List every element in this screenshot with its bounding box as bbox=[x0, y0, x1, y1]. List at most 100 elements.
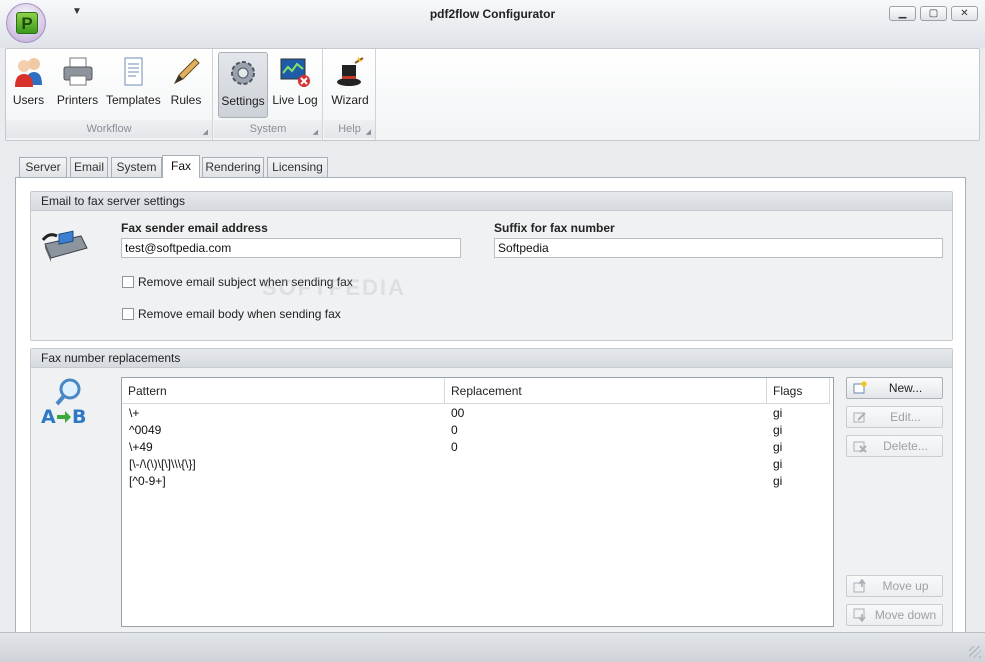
svg-text:B: B bbox=[72, 406, 86, 425]
window-title: pdf2flow Configurator bbox=[429, 7, 556, 21]
close-icon: ✕ bbox=[960, 8, 969, 19]
move-down-button[interactable]: Move down bbox=[846, 604, 943, 626]
email-to-fax-group: Email to fax server settings Fax sender … bbox=[30, 191, 953, 341]
live-log-label: Live Log bbox=[272, 93, 318, 107]
email-to-fax-header: Email to fax server settings bbox=[31, 192, 952, 211]
printer-icon bbox=[63, 57, 92, 86]
ribbon-group-help: Wizard Help ◢ bbox=[324, 49, 376, 140]
settings-gear-icon bbox=[231, 61, 255, 85]
dialog-launcher-icon[interactable]: ◢ bbox=[366, 128, 371, 136]
replacement-cell: 00 bbox=[451, 406, 465, 420]
replacements-table[interactable]: Pattern Replacement Flags \+ 00 gi ^0049… bbox=[121, 377, 834, 627]
column-header-replacement[interactable]: Replacement bbox=[445, 378, 767, 404]
new-button-label: New... bbox=[888, 381, 923, 395]
minimize-button[interactable]: ▁ bbox=[889, 6, 916, 21]
move-up-button[interactable]: Move up bbox=[846, 575, 943, 597]
replace-a-to-b-icon: A B bbox=[41, 378, 86, 425]
move-down-icon bbox=[853, 608, 866, 622]
rules-icon bbox=[173, 58, 200, 85]
fax-suffix-label: Suffix for fax number bbox=[494, 221, 615, 235]
new-replacement-button[interactable]: New... bbox=[846, 377, 943, 399]
edit-icon bbox=[853, 412, 866, 423]
fax-sender-label: Fax sender email address bbox=[121, 221, 268, 235]
fax-number-replacements-group: Fax number replacements A B Pattern Repl… bbox=[30, 348, 953, 638]
maximize-button[interactable]: ▢ bbox=[920, 6, 947, 21]
live-log-button[interactable]: Live Log bbox=[272, 52, 318, 118]
replacement-cell: 0 bbox=[451, 440, 458, 454]
fax-sender-email-input[interactable]: test@softpedia.com bbox=[121, 238, 461, 258]
printers-button[interactable]: Printers bbox=[54, 52, 101, 118]
settings-label: Settings bbox=[221, 94, 265, 108]
printers-label: Printers bbox=[56, 93, 99, 107]
tab-licensing[interactable]: Licensing bbox=[267, 157, 328, 177]
remove-subject-checkbox[interactable] bbox=[122, 276, 134, 288]
tab-server[interactable]: Server bbox=[19, 157, 67, 177]
ribbon-group-workflow: Users Printers Templates Rules Workflow … bbox=[6, 49, 213, 140]
flags-cell: gi bbox=[773, 406, 783, 420]
tab-system[interactable]: System bbox=[111, 157, 162, 177]
flags-cell: gi bbox=[773, 457, 783, 471]
move-down-button-label: Move down bbox=[874, 608, 937, 622]
templates-icon bbox=[124, 57, 143, 86]
column-header-flags[interactable]: Flags bbox=[767, 378, 830, 404]
tab-email[interactable]: Email bbox=[70, 157, 108, 177]
live-log-icon bbox=[280, 58, 310, 87]
dialog-launcher-icon[interactable]: ◢ bbox=[313, 128, 318, 136]
dialog-launcher-icon[interactable]: ◢ bbox=[203, 128, 208, 136]
replacement-cell: 0 bbox=[451, 423, 458, 437]
fax-machine-icon bbox=[41, 230, 88, 262]
pattern-cell: ^0049 bbox=[129, 423, 162, 437]
remove-body-checkbox[interactable] bbox=[122, 308, 134, 320]
users-button[interactable]: Users bbox=[9, 52, 48, 118]
pattern-cell: [^0-9+] bbox=[129, 474, 166, 488]
flags-cell: gi bbox=[773, 474, 783, 488]
remove-body-label[interactable]: Remove email body when sending fax bbox=[138, 307, 341, 321]
table-row[interactable]: \+ 00 gi bbox=[122, 405, 833, 422]
wizard-button[interactable]: Wizard bbox=[328, 52, 372, 118]
table-row[interactable]: [^0-9+] gi bbox=[122, 473, 833, 490]
table-row[interactable]: \+49 0 gi bbox=[122, 439, 833, 456]
remove-subject-label[interactable]: Remove email subject when sending fax bbox=[138, 275, 353, 289]
title-bar: P ▼ pdf2flow Configurator ▁ ▢ ✕ bbox=[0, 0, 985, 48]
status-bar bbox=[0, 632, 985, 662]
pattern-cell: [\-/\(\)\[\]\\\{\}] bbox=[129, 457, 196, 471]
fax-suffix-input[interactable]: Softpedia bbox=[494, 238, 943, 258]
maximize-icon: ▢ bbox=[928, 8, 939, 19]
users-icon bbox=[14, 58, 42, 87]
move-up-icon bbox=[853, 579, 866, 593]
settings-button[interactable]: Settings bbox=[218, 52, 268, 118]
table-row[interactable]: [\-/\(\)\[\]\\\{\}] gi bbox=[122, 456, 833, 473]
tab-fax[interactable]: Fax bbox=[162, 155, 200, 178]
delete-replacement-button[interactable]: Delete... bbox=[846, 435, 943, 457]
svg-text:A: A bbox=[41, 406, 56, 425]
ribbon-group-caption-workflow: Workflow bbox=[6, 120, 212, 138]
tab-rendering[interactable]: Rendering bbox=[202, 157, 264, 177]
ribbon-group-caption-system: System bbox=[214, 120, 322, 138]
wizard-label: Wizard bbox=[331, 93, 369, 107]
pattern-cell: \+49 bbox=[129, 440, 153, 454]
minimize-icon: ▁ bbox=[898, 8, 907, 19]
column-header-pattern[interactable]: Pattern bbox=[122, 378, 445, 404]
flags-cell: gi bbox=[773, 440, 783, 454]
new-item-icon bbox=[853, 381, 867, 394]
templates-button[interactable]: Templates bbox=[106, 52, 161, 118]
edit-replacement-button[interactable]: Edit... bbox=[846, 406, 943, 428]
ribbon: Users Printers Templates Rules Workflow … bbox=[5, 48, 980, 141]
delete-icon bbox=[853, 441, 867, 453]
fax-tab-panel: Email to fax server settings Fax sender … bbox=[15, 177, 966, 638]
ribbon-group-system: Settings Live Log System ◢ bbox=[214, 49, 323, 140]
resize-grip-icon[interactable] bbox=[969, 646, 981, 658]
users-label: Users bbox=[12, 93, 45, 107]
delete-button-label: Delete... bbox=[883, 439, 928, 453]
move-up-button-label: Move up bbox=[882, 579, 929, 593]
flags-cell: gi bbox=[773, 423, 783, 437]
close-button[interactable]: ✕ bbox=[951, 6, 978, 21]
rules-button[interactable]: Rules bbox=[166, 52, 206, 118]
rules-label: Rules bbox=[170, 93, 202, 107]
replacements-header: Fax number replacements bbox=[31, 349, 952, 368]
pattern-cell: \+ bbox=[129, 406, 140, 420]
templates-label: Templates bbox=[106, 93, 161, 107]
edit-button-label: Edit... bbox=[890, 410, 921, 424]
wizard-hat-icon bbox=[337, 57, 364, 86]
table-row[interactable]: ^0049 0 gi bbox=[122, 422, 833, 439]
